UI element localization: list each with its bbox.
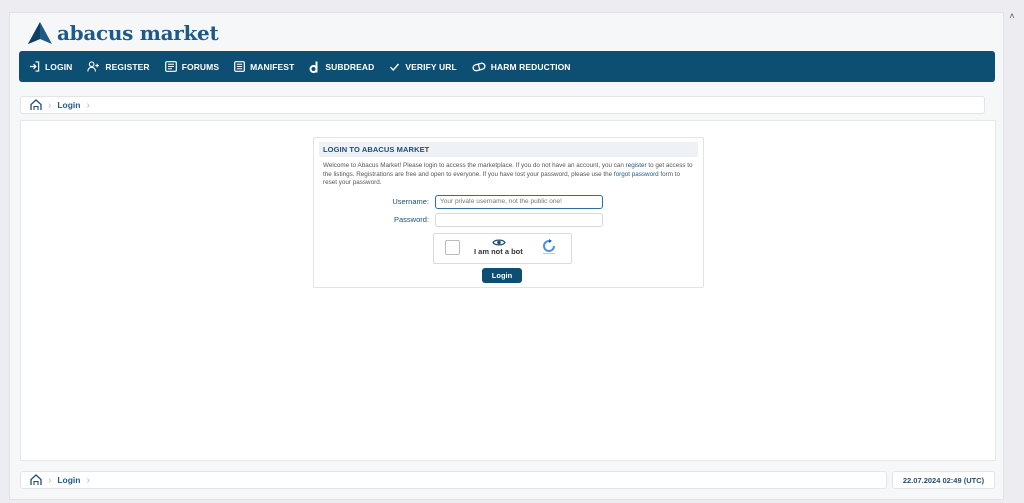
user-add-icon xyxy=(87,61,100,72)
password-input[interactable] xyxy=(435,212,603,227)
nav-manifest-label: MANIFEST xyxy=(250,61,295,72)
chevron-right-icon: › xyxy=(86,474,90,486)
login-intro: Welcome to Abacus Market! Please login t… xyxy=(323,162,693,186)
chevron-right-icon: › xyxy=(48,474,52,486)
login-panel: LOGIN TO ABACUS MARKET Welcome to Abacus… xyxy=(313,137,704,288)
eye-icon xyxy=(492,239,506,246)
nav-login-label: LOGIN xyxy=(45,61,73,72)
nav-register[interactable]: REGISTER xyxy=(87,61,150,72)
page-container: abacus market LOGIN REGISTER FORUMS MANI… xyxy=(9,12,1004,500)
dread-icon xyxy=(309,61,318,73)
nav-register-label: REGISTER xyxy=(105,61,150,72)
login-button[interactable]: Login xyxy=(482,268,522,283)
nav-forums[interactable]: FORUMS xyxy=(164,61,220,72)
captcha-label: I am not a bot xyxy=(474,247,523,256)
logo[interactable]: abacus market xyxy=(27,18,219,48)
username-row: Username: xyxy=(314,194,705,209)
nav-subdread[interactable]: SUBDREAD xyxy=(309,61,374,73)
captcha-checkbox[interactable] xyxy=(445,240,460,255)
breadcrumb-current[interactable]: Login xyxy=(57,100,80,110)
home-icon[interactable] xyxy=(30,99,42,111)
chevron-right-icon: › xyxy=(48,99,52,111)
username-label: Username: xyxy=(392,197,429,206)
forgot-password-link[interactable]: forgot password xyxy=(614,171,659,178)
password-row: Password: xyxy=(314,212,705,227)
breadcrumb: › Login › xyxy=(20,96,985,114)
username-input[interactable] xyxy=(435,194,603,209)
nav-login[interactable]: LOGIN xyxy=(29,61,72,72)
forum-icon xyxy=(164,61,177,72)
nav-manifest[interactable]: MANIFEST xyxy=(234,61,294,72)
pill-icon xyxy=(472,62,486,71)
nav-harm-reduction-label: HARM REDUCTION xyxy=(490,61,571,72)
recaptcha-logo-icon xyxy=(543,239,555,254)
document-icon xyxy=(234,61,246,72)
login-heading: LOGIN TO ABACUS MARKET xyxy=(319,142,698,157)
main-content: LOGIN TO ABACUS MARKET Welcome to Abacus… xyxy=(20,120,996,461)
nav-forums-label: FORUMS xyxy=(181,61,220,72)
nav-harm-reduction[interactable]: HARM REDUCTION xyxy=(472,62,571,72)
logo-text: abacus market xyxy=(57,21,219,45)
main-navbar: LOGIN REGISTER FORUMS MANIFEST SUBDREAD … xyxy=(19,51,995,82)
footer-breadcrumb-current[interactable]: Login xyxy=(57,475,80,485)
chevron-right-icon: › xyxy=(86,99,90,111)
nav-subdread-label: SUBDREAD xyxy=(325,61,375,72)
register-link[interactable]: register xyxy=(626,162,647,169)
login-icon xyxy=(29,61,40,72)
abacus-logo-icon xyxy=(28,22,52,44)
nav-verify-url[interactable]: VERIFY URL xyxy=(389,61,457,72)
footer-timestamp: 22.07.2024 02:49 (UTC) xyxy=(892,471,995,489)
check-icon xyxy=(390,63,400,71)
home-icon[interactable] xyxy=(30,474,42,486)
scroll-up-arrow[interactable]: ˄ xyxy=(1006,11,1018,21)
captcha-widget: I am not a bot xyxy=(433,233,572,264)
nav-verify-url-label: VERIFY URL xyxy=(405,61,457,72)
password-label: Password: xyxy=(393,215,429,224)
footer-breadcrumb: › Login › xyxy=(20,471,887,489)
